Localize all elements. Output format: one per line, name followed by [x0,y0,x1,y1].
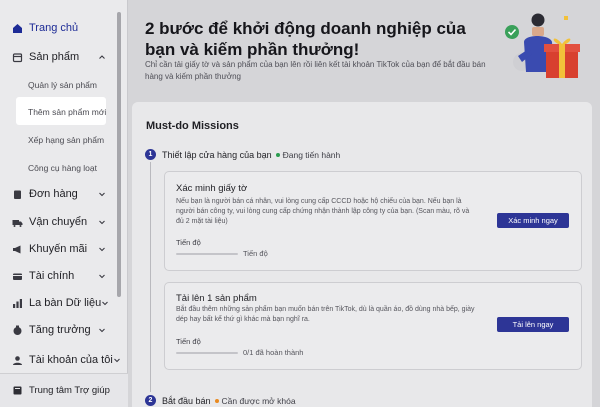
task-title: Xác minh giấy tờ [176,183,248,194]
truck-icon [12,217,23,228]
chevron-down-icon [98,326,106,334]
step-1-status: Đang tiến hành [282,150,341,160]
banner-illustration [505,13,580,78]
main-content: 2 bước để khởi động doanh nghiệp của bạn… [128,0,600,407]
chevron-down-icon [98,245,106,253]
chevron-down-icon [113,356,121,364]
task-verify-documents: Xác minh giấy tờ Nếu bạn là người bán cá… [164,171,582,271]
sidebar-item-products[interactable]: Sản phẩm [0,46,116,68]
task-upload-product: Tải lên 1 sản phẩm Bắt đầu thêm những sả… [164,282,582,370]
progress-label: Tiến độ [176,337,201,346]
sidebar-item-growth[interactable]: Tăng trưởng [0,319,116,341]
chart-icon [12,298,23,309]
sidebar-item-data-compass[interactable]: La bàn Dữ liệu [0,292,116,314]
progress-text: Tiến độ [243,249,268,258]
sidebar-subitem-bulk-tools[interactable]: Công cụ hàng loạt [28,163,97,173]
sidebar-item-shipping[interactable]: Vận chuyển [0,211,116,233]
sidebar-item-promotions[interactable]: Khuyến mãi [0,238,116,260]
home-icon [12,23,23,34]
banner-title: 2 bước để khởi động doanh nghiệp của bạn… [145,19,466,59]
progress-bar [176,253,238,255]
sidebar-subitem-add-product[interactable]: Thêm sản phẩm mới [28,107,106,117]
status-dot-in-progress [275,153,280,157]
products-icon [12,52,23,63]
status-dot-locked [214,399,219,403]
sidebar: Trang chủ Sản phẩm Quản lý sản phẩm Thêm… [0,0,128,407]
step-1-label: Thiết lập cửa hàng của bạn Đang tiến hành [162,150,341,160]
step-connector [150,162,151,392]
sidebar-subitem-manage-products[interactable]: Quản lý sản phẩm [28,80,97,90]
step-2-status: Cần được mở khóa [221,396,296,406]
progress-text: 0/1 đã hoàn thành [243,348,304,357]
sidebar-subitem-product-ranking[interactable]: Xếp hạng sản phẩm [28,135,104,145]
missions-title: Must-do Missions [146,120,239,132]
step-1-marker: 1 [145,149,156,160]
help-book-icon [12,385,23,396]
chevron-down-icon [101,299,109,307]
progress-bar [176,352,238,354]
chevron-down-icon [98,218,106,226]
growth-icon [12,325,23,336]
step-2-marker: 2 [145,395,156,406]
finance-icon [12,271,23,282]
upload-now-button[interactable]: Tải lên ngay [497,317,569,332]
chevron-up-icon [98,53,106,61]
sidebar-item-my-account[interactable]: Tài khoản của tôi [0,349,120,371]
banner-description: Chỉ cần tải giấy tờ và sản phẩm của bạn … [145,60,486,81]
help-center-link[interactable]: Trung tâm Trợ giúp [0,373,128,407]
missions-card: Must-do Missions 1 Thiết lập cửa hàng củ… [132,102,592,407]
sidebar-item-orders[interactable]: Đơn hàng [0,183,116,205]
megaphone-icon [12,244,23,255]
progress-label: Tiến độ [176,238,201,247]
task-description: Bắt đầu thêm những sản phẩm bạn muốn bán… [176,306,475,323]
sidebar-item-finance[interactable]: Tài chính [0,265,116,287]
sidebar-scrollbar[interactable] [117,12,121,297]
chevron-down-icon [98,190,106,198]
verify-now-button[interactable]: Xác minh ngay [497,213,569,228]
step-2-label: Bắt đầu bán Cần được mở khóa [162,396,296,406]
orders-icon [12,189,23,200]
chevron-down-icon [98,272,106,280]
sidebar-item-home[interactable]: Trang chủ [0,17,116,39]
task-description: Nếu bạn là người bán cá nhân, vui lòng c… [176,198,470,225]
account-icon [12,355,23,366]
task-title: Tải lên 1 sản phẩm [176,293,257,304]
